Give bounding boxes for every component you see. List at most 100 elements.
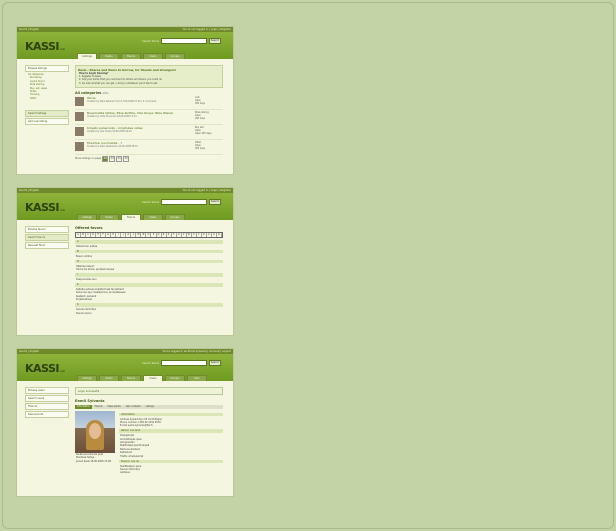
header: KASSIbeta Search items Search Listings It… [17,354,233,381]
search-input[interactable] [161,38,207,44]
letter-heading: A [75,240,223,244]
section-title: All categories (RSS) [75,90,109,95]
listing-status: Other Open 365 days [195,141,223,150]
listing-item[interactable]: Kirjasto pelaa koko - kirjatukee ostaa Cr… [75,126,223,140]
page-size-option[interactable]: 40 [123,155,130,162]
listing-end: 265 days [195,116,206,120]
listing-meta: Created by Mars Takanen from 17.06.2008 … [87,99,157,103]
sidebar-item-browse-listings[interactable]: Browse listings [25,65,69,72]
rss-link[interactable]: (RSS) [102,92,108,95]
page-body: Browse listings All categories Borrowing… [17,59,233,174]
screenshot-profile: Suomi | English You're logged in as Eemi… [17,349,233,496]
listing-end: 365 days [195,101,206,105]
sidebar-item-browse-favors[interactable]: Browse favors [25,226,69,233]
sidebar-item-add-listing[interactable]: Add new listing [25,118,69,126]
main-content: Offered favors ABCDEFGHIJKLMNOPQRSTUVWXY… [75,226,223,315]
kassi-logo[interactable]: KASSIbeta [25,362,65,375]
sidebar-item-browse-users[interactable]: Browse users [25,387,69,394]
listing-item[interactable]: Bussimatka lähtee, Elisa Kuittila, USA K… [75,111,223,125]
listing-meta: Created by Kalle Veikkainen 18.06.2008 0… [87,144,138,148]
search-input[interactable] [161,360,207,366]
sidebar-item-search-listings[interactable]: Search listings [25,110,69,118]
favor-item[interactable]: Bussin odotus [75,255,223,258]
sidebar-item-search-users[interactable]: Search users [25,395,69,402]
search-label: Search items [142,39,159,43]
profile-name: Eemil Sylvania [75,399,105,403]
listing-status: Buy sell Open Open 365 days [195,126,223,135]
intro-box: Kassi - Shares and items to borrow, for … [75,65,223,88]
listing-text: Olivia Created by Mars Takanen from 17.06… [87,96,156,103]
listing-meta: Created by Lisa Hovila 18.06.2008 06:45 [87,129,132,133]
lend-item[interactable]: Tilattu urheilukamat [119,455,223,458]
sidebar-item-request-favor[interactable]: Request favor [25,242,69,249]
kassi-logo[interactable]: KASSIbeta [25,201,65,214]
sidebar: Browse favors Search favors Request favo… [25,226,69,250]
listing-thumbnail [75,126,84,136]
letter-heading: H [75,259,223,264]
search-bar: Search items Search [142,38,221,44]
search-bar: Search items Search [142,360,221,366]
main-content: Kassi - Shares and items to borrow, for … [75,65,223,162]
profile-tab[interactable]: Information [75,405,92,409]
page-body: Browse users Search users Friends Kassi-… [17,381,233,496]
profile-left: Kerää kaveriksi tai pidä Muokkaa tietoja… [75,411,115,475]
listing-text: Kirjasto pelaa koko - kirjatukee ostaa Cr… [87,126,142,133]
listing-end: Open 365 days [195,131,212,135]
letter-heading: K [75,283,223,287]
page-size-option[interactable]: 10 [102,155,109,162]
favor-item[interactable]: Leikkaus [119,471,223,474]
joined-date: Joined Kassi 18.06.2008 13:08 [76,459,111,463]
sidebar: Browse users Search users Friends Kassi-… [25,387,69,419]
header: KASSIbeta Search items Search Listings It… [17,193,233,220]
favor-item[interactable]: Hakeminen auttaa [75,245,223,248]
favor-item[interactable]: Henna tai toinen syöpävä kanssa [75,268,223,271]
sidebar-item-search-favors[interactable]: Search favors [25,234,69,241]
profile-tabs: Information Friends Kassi-points Own contac… [75,405,223,409]
alphabet-filter: ABCDEFGHIJKLMNOPQRSTUVWXYZÅÄÖ [75,232,223,238]
search-button[interactable]: Search [209,360,221,366]
listing-thumbnail [75,111,84,121]
page-size-option[interactable]: 30 [116,155,123,162]
search-button[interactable]: Search [209,199,221,205]
favor-list: A Hakeminen auttaa B Bussin odotus H Häämaa k… [75,240,223,315]
screenshot-favors: Suomi | English You're not logged in | L… [17,188,233,335]
items-list: Dialogikirjat Ammattiopas opas Lemppukello… [119,434,223,458]
listing-status: Ride sharing Open 265 days [195,111,223,120]
profile-photo [75,411,115,453]
listing-meta: Created by Lotta Huovinen 18.06.2008 17:… [87,114,137,118]
header: KASSIbeta Search items Search Listings It… [17,32,233,59]
page-title: Offered favors [75,226,103,230]
listing-item[interactable]: Olivia Created by Mars Takanen from 17.06… [75,96,223,110]
profile-tab[interactable]: Kassi-points [106,405,123,409]
sidebar-item-kassi-points[interactable]: Kassi-points [25,411,69,418]
kassi-logo[interactable]: KASSIbeta [25,40,65,53]
screenshot-listings: Suomi | English You're not logged in | L… [17,27,233,174]
listing-text: Muuttoa, kuormatila - ? Created by Kalle … [87,141,138,148]
favor-item[interactable]: Kirjastoaikaan [75,298,223,301]
pager-label: Show listings on page [75,157,102,161]
search-bar: Search items Search [142,199,221,205]
letter-heading: I [75,273,223,277]
category-list: Borrowing Lost & found Ride sharing Buy, se… [25,76,69,100]
profile-tab[interactable]: Own contacts [124,405,143,409]
profile-tab[interactable]: Listings [144,405,156,409]
listing-end: 365 days [195,146,206,150]
page-body: Browse favors Search favors Request favo… [17,220,233,335]
pager: Show listings on page 10 20 30 40 [75,155,223,162]
search-button[interactable]: Search [209,38,221,44]
sidebar-item-friends[interactable]: Friends [25,403,69,410]
items-heading: Items I can lend [119,429,223,433]
listing-status: Lost Open 365 days [195,96,223,105]
search-input[interactable] [161,199,207,205]
search-label: Search items [142,200,159,204]
main-content: Login successful Eemil Sylvania Informat… [75,387,223,475]
profile-tab[interactable]: Friends [93,405,105,409]
favors-heading: Favors I can do [119,459,223,464]
info-line: E-mail eemil.sylvania@tkk.fi [120,424,153,428]
favor-item[interactable]: Itsepuolustus apu [75,278,223,281]
favor-item[interactable]: Sienien keruu [75,312,223,315]
alphabet-letter[interactable]: Ö [217,233,222,237]
listing-item[interactable]: Muuttoa, kuormatila - ? Created by Kalle … [75,141,223,155]
page-size-option[interactable]: 20 [109,155,116,162]
letter-heading: B [75,249,223,254]
